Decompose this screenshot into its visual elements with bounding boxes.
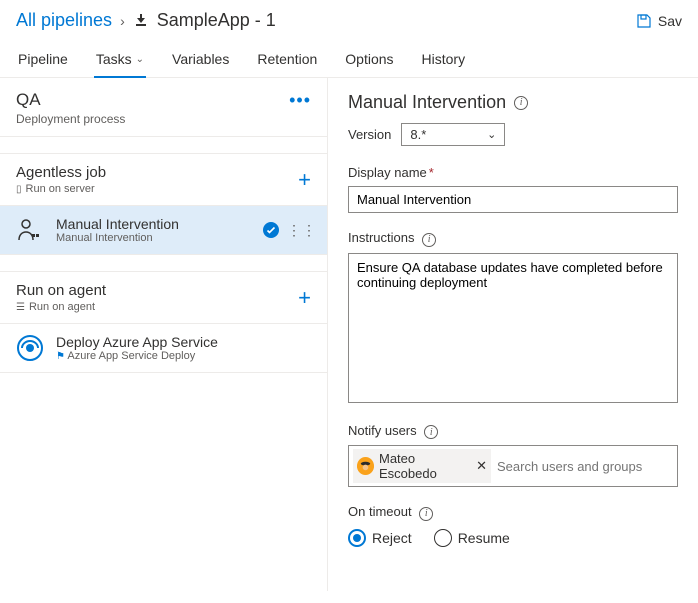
version-select[interactable]: 8.* ⌄ [401, 123, 505, 146]
job-subtitle: ☰Run on agent [16, 301, 106, 313]
pipeline-icon [133, 13, 149, 29]
add-task-button[interactable]: + [298, 167, 311, 193]
tab-pipeline[interactable]: Pipeline [16, 45, 70, 77]
radio-icon [348, 529, 366, 547]
on-timeout-label: On timeout i [348, 504, 433, 519]
job-run-on-agent[interactable]: Run on agent ☰Run on agent + [0, 271, 327, 324]
instructions-label: Instructions i [348, 230, 436, 245]
instructions-textarea[interactable] [348, 253, 678, 403]
tab-tasks[interactable]: Tasks ⌄ [94, 45, 146, 77]
chevron-down-icon: ⌄ [487, 128, 496, 141]
notify-users-picker[interactable]: Mateo Escobedo ✕ [348, 445, 678, 487]
chevron-down-icon: ⌄ [136, 54, 144, 65]
tab-history[interactable]: History [420, 45, 468, 77]
task-title: Deploy Azure App Service [56, 334, 218, 350]
task-title: Manual Intervention [56, 216, 179, 232]
manual-intervention-icon [16, 216, 44, 244]
avatar [357, 457, 374, 475]
panel-title: Manual Intervention i [348, 92, 678, 113]
user-pill: Mateo Escobedo ✕ [353, 449, 491, 483]
page-title: SampleApp - 1 [157, 10, 276, 31]
notify-search-input[interactable] [497, 459, 673, 474]
breadcrumb: All pipelines › SampleApp - 1 [16, 10, 276, 31]
job-subtitle: ▯Run on server [16, 183, 106, 195]
radio-reject[interactable]: Reject [348, 529, 412, 547]
task-subtitle: Manual Intervention [56, 232, 179, 244]
job-title: Agentless job [16, 164, 106, 181]
agent-icon: ☰ [16, 302, 25, 313]
tab-variables[interactable]: Variables [170, 45, 231, 77]
task-manual-intervention[interactable]: Manual Intervention Manual Intervention … [0, 206, 327, 255]
tabs: Pipeline Tasks ⌄ Variables Retention Opt… [0, 39, 698, 78]
job-title: Run on agent [16, 282, 106, 299]
info-icon[interactable]: i [514, 96, 528, 110]
left-pane: QA Deployment process ••• Agentless job … [0, 78, 328, 591]
info-icon[interactable]: i [419, 507, 433, 521]
flag-icon: ⚑ [56, 351, 65, 362]
more-menu-button[interactable]: ••• [289, 90, 311, 111]
user-name: Mateo Escobedo [379, 451, 471, 481]
tab-label: Tasks [96, 51, 132, 67]
breadcrumb-root-link[interactable]: All pipelines [16, 10, 112, 31]
info-icon[interactable]: i [422, 233, 436, 247]
remove-user-icon[interactable]: ✕ [476, 458, 487, 474]
tab-options[interactable]: Options [343, 45, 395, 77]
server-icon: ▯ [16, 184, 22, 195]
add-task-button[interactable]: + [298, 285, 311, 311]
save-icon [636, 13, 652, 29]
task-subtitle: ⚑ Azure App Service Deploy [56, 350, 218, 362]
notify-users-label: Notify users i [348, 423, 438, 438]
stage-subtitle: Deployment process [16, 112, 125, 126]
task-deploy-azure-app[interactable]: Deploy Azure App Service ⚑ Azure App Ser… [0, 324, 327, 373]
save-button[interactable]: Sav [636, 13, 682, 29]
stage-title[interactable]: QA [16, 90, 125, 110]
chevron-right-icon: › [120, 13, 125, 29]
drag-grip-icon[interactable]: ⋮⋮ [287, 227, 317, 233]
stage-header: QA Deployment process ••• [0, 78, 327, 137]
job-agentless[interactable]: Agentless job ▯Run on server + [0, 153, 327, 206]
version-label: Version [348, 127, 391, 142]
save-label: Sav [658, 13, 682, 29]
header: All pipelines › SampleApp - 1 Sav [0, 0, 698, 39]
right-pane: Manual Intervention i Version 8.* ⌄ Disp… [328, 78, 698, 591]
radio-resume[interactable]: Resume [434, 529, 510, 547]
azure-app-service-icon [16, 334, 44, 362]
content: QA Deployment process ••• Agentless job … [0, 78, 698, 591]
display-name-input[interactable] [348, 186, 678, 213]
tab-retention[interactable]: Retention [255, 45, 319, 77]
check-circle-icon [263, 222, 279, 238]
display-name-label: Display name* [348, 165, 434, 180]
info-icon[interactable]: i [424, 425, 438, 439]
radio-icon [434, 529, 452, 547]
